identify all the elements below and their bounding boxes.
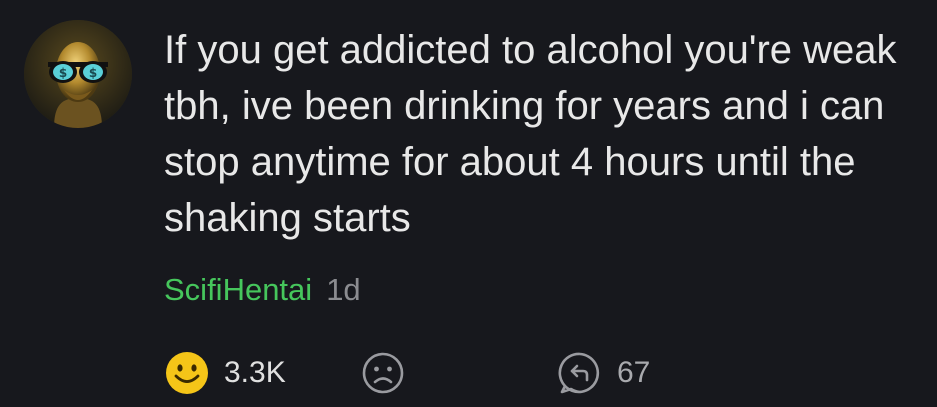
avatar[interactable]: $ $ — [24, 20, 132, 128]
reply-button[interactable]: 67 — [557, 350, 650, 396]
avatar-image: $ $ — [24, 20, 132, 128]
reply-icon — [558, 352, 600, 394]
reply-count: 67 — [617, 356, 651, 389]
upvote-count: 3.3K — [224, 356, 286, 389]
svg-text:$: $ — [89, 66, 97, 80]
sad-face-icon — [362, 352, 404, 394]
upvote-button[interactable]: 3.3K — [164, 350, 286, 396]
author-name[interactable]: ScifiHentai — [164, 272, 312, 307]
comment: $ $ If you get addicted to alcohol you'r… — [0, 0, 937, 407]
svg-text:$: $ — [59, 66, 67, 80]
smiley-face-icon — [166, 352, 208, 394]
downvote-button[interactable] — [360, 350, 406, 396]
comment-timestamp: 1d — [326, 272, 361, 307]
comment-text: If you get addicted to alcohol you're we… — [164, 28, 897, 240]
comment-meta: ScifiHentai 1d — [164, 270, 361, 310]
